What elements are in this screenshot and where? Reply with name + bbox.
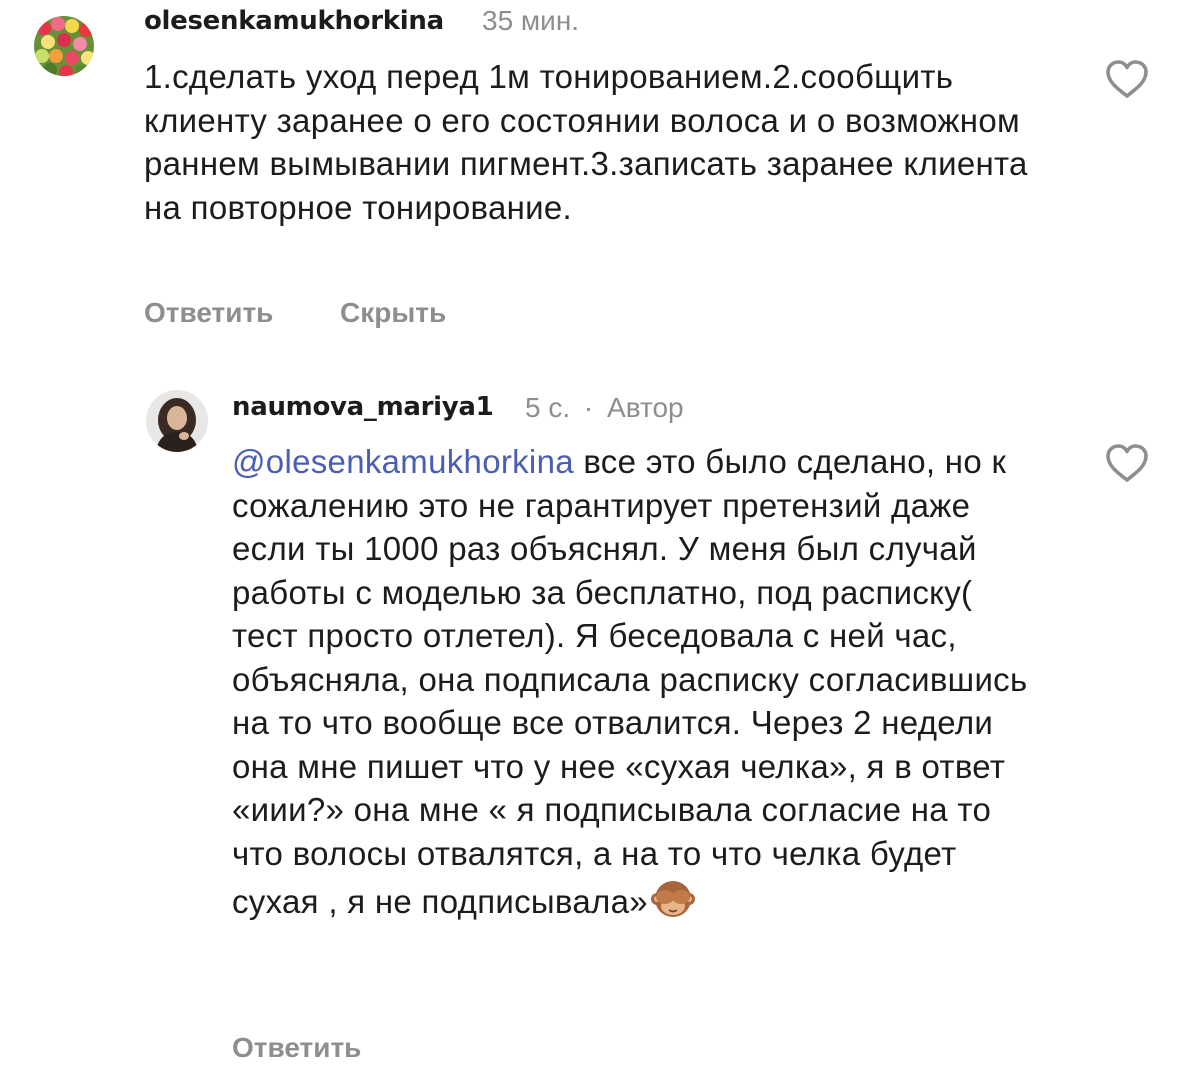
reply-username[interactable]: naumova_mariya1 bbox=[232, 392, 494, 422]
reply-button[interactable]: Ответить bbox=[144, 297, 273, 329]
profile-avatar-image bbox=[146, 390, 208, 452]
hide-button[interactable]: Скрыть bbox=[340, 297, 446, 329]
reply-button[interactable]: Ответить bbox=[232, 1032, 361, 1064]
comment-username[interactable]: olesenkamukhorkina bbox=[144, 6, 444, 36]
reply-timestamp: 5 с. bbox=[525, 392, 571, 423]
see-no-evil-monkey-icon bbox=[650, 881, 695, 917]
heart-outline-icon[interactable] bbox=[1104, 58, 1150, 100]
author-badge: Автор bbox=[607, 392, 684, 423]
avatar-olesenkamukhorkina[interactable] bbox=[34, 16, 94, 76]
reply-body: все это было сделано, но к сожалению это… bbox=[232, 443, 1028, 920]
comment-text: 1.сделать уход перед 1м тонированием.2.с… bbox=[144, 58, 1028, 226]
heart-outline-icon[interactable] bbox=[1104, 442, 1150, 484]
mention-link[interactable]: @olesenkamukhorkina bbox=[232, 443, 574, 480]
avatar-naumova_mariya1[interactable] bbox=[146, 390, 208, 452]
reply-text: @olesenkamukhorkina все это было сделано… bbox=[232, 440, 1042, 924]
tulips-avatar-image bbox=[34, 16, 94, 76]
reply-meta: 5 с. · Автор bbox=[525, 392, 684, 424]
meta-separator: · bbox=[583, 392, 594, 423]
comment-timestamp: 35 мин. bbox=[482, 5, 580, 36]
